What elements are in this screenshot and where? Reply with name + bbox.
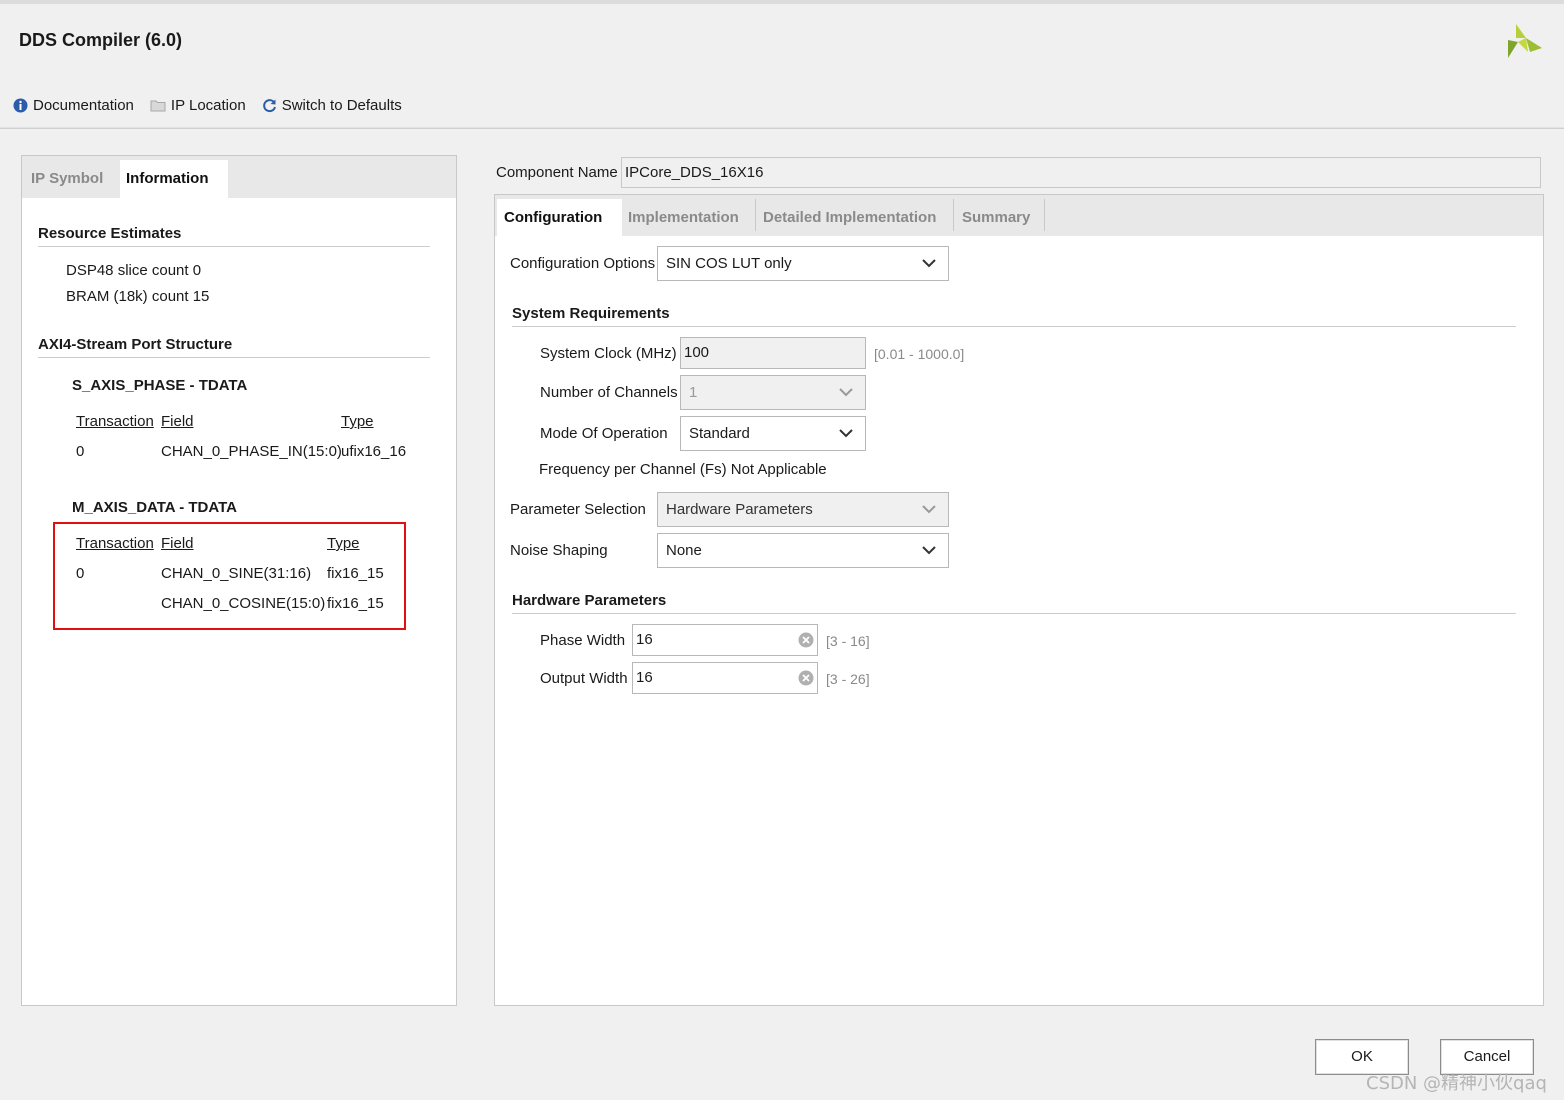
noise-shaping-label: Noise Shaping (510, 542, 608, 559)
switch-defaults-label: Switch to Defaults (281, 96, 402, 114)
m-axis-header-field: Field (161, 535, 194, 552)
left-tab-bar: IP Symbol Information (22, 156, 456, 198)
config-options-value: SIN COS LUT only (666, 255, 792, 272)
tab-configuration[interactable]: Configuration (497, 199, 622, 236)
m-axis-row1-transaction: 0 (76, 565, 85, 582)
mode-label: Mode Of Operation (540, 425, 668, 442)
chevron-down-icon (839, 429, 853, 438)
m-axis-row1-type: fix16_15 (327, 565, 384, 582)
s-axis-title: S_AXIS_PHASE - TDATA (72, 377, 248, 394)
tab-detailed-implementation[interactable]: Detailed Implementation (756, 199, 943, 236)
folder-icon (150, 100, 166, 111)
parameter-selection-value: Hardware Parameters (666, 501, 813, 518)
tab-ip-symbol[interactable]: IP Symbol (23, 160, 111, 198)
tab-divider (1044, 199, 1045, 231)
left-panel: IP Symbol Information Resource Estimates… (21, 155, 457, 1006)
configuration-pane: Configuration Options SIN COS LUT only S… (495, 236, 1543, 1005)
tab-implementation[interactable]: Implementation (621, 199, 746, 236)
s-axis-header-type: Type (341, 413, 374, 430)
refresh-icon (262, 98, 276, 112)
component-name-label: Component Name (496, 164, 618, 181)
system-clock-label: System Clock (MHz) (540, 345, 677, 362)
parameter-selection-label: Parameter Selection (510, 501, 646, 518)
m-axis-row2-field: CHAN_0_COSINE(15:0) (161, 595, 326, 612)
output-width-range: [3 - 26] (826, 671, 870, 687)
tab-summary[interactable]: Summary (955, 199, 1037, 236)
chevron-down-icon (922, 546, 936, 555)
channels-label: Number of Channels (540, 384, 678, 401)
ip-location-button[interactable]: IP Location (150, 97, 246, 114)
ip-location-label: IP Location (170, 96, 246, 114)
channels-select[interactable]: 1 (680, 375, 866, 410)
tab-information[interactable]: Information (120, 160, 228, 198)
s-axis-row-type: ufix16_16 (341, 443, 407, 460)
m-axis-header-transaction: Transaction (76, 535, 154, 552)
s-axis-header-field: Field (161, 413, 194, 430)
toolbar-divider (0, 127, 1564, 129)
port-structure-heading: AXI4-Stream Port Structure (38, 336, 430, 358)
m-axis-row2-type: fix16_15 (327, 595, 384, 612)
phase-width-input[interactable]: 16 (632, 624, 818, 656)
xilinx-logo-icon (1508, 24, 1542, 58)
system-clock-range: [0.01 - 1000.0] (874, 346, 965, 362)
component-name-field[interactable]: IPCore_DDS_16X16 (621, 157, 1541, 188)
phase-width-label: Phase Width (540, 632, 626, 649)
output-width-value: 16 (636, 669, 653, 686)
frequency-per-channel: Frequency per Channel (Fs) Not Applicabl… (539, 461, 827, 478)
s-axis-row-field: CHAN_0_PHASE_IN(15:0) (161, 443, 342, 460)
clear-icon[interactable] (798, 632, 814, 648)
phase-width-value: 16 (636, 631, 653, 648)
window-title: DDS Compiler (6.0) (19, 30, 183, 50)
chevron-down-icon (922, 505, 936, 514)
m-axis-header-type: Type (327, 535, 360, 552)
s-axis-row-transaction: 0 (76, 443, 85, 460)
clear-icon[interactable] (798, 670, 814, 686)
chevron-down-icon (839, 388, 853, 397)
system-requirements-heading: System Requirements (512, 305, 1516, 327)
noise-shaping-select[interactable]: None (657, 533, 949, 568)
mode-select[interactable]: Standard (680, 416, 866, 451)
mode-value: Standard (689, 425, 750, 442)
watermark: CSDN @精神小伙qaq (1366, 1073, 1547, 1094)
parameter-selection-select[interactable]: Hardware Parameters (657, 492, 949, 527)
output-width-label: Output Width (540, 670, 628, 687)
bram-count: BRAM (18k) count 15 (66, 288, 210, 305)
s-axis-header-transaction: Transaction (76, 413, 154, 430)
tab-divider (953, 199, 954, 231)
window-top-border (0, 0, 1564, 4)
information-pane: Resource Estimates DSP48 slice count 0 B… (22, 198, 456, 1005)
channels-value: 1 (689, 384, 698, 401)
dsp48-count: DSP48 slice count 0 (66, 262, 202, 279)
output-width-input[interactable]: 16 (632, 662, 818, 694)
hardware-parameters-heading: Hardware Parameters (512, 592, 1516, 614)
right-panel: Configuration Implementation Detailed Im… (494, 194, 1544, 1006)
config-options-select[interactable]: SIN COS LUT only (657, 246, 949, 281)
m-axis-title: M_AXIS_DATA - TDATA (72, 499, 237, 516)
system-clock-input[interactable]: 100 (680, 337, 866, 369)
config-options-label: Configuration Options (510, 255, 656, 272)
resource-estimates-heading: Resource Estimates (38, 225, 430, 247)
switch-defaults-button[interactable]: Switch to Defaults (262, 97, 402, 114)
m-axis-row1-field: CHAN_0_SINE(31:16) (161, 565, 312, 582)
documentation-button[interactable]: Documentation (13, 97, 134, 114)
documentation-label: Documentation (33, 96, 134, 114)
phase-width-range: [3 - 16] (826, 633, 870, 649)
right-tab-bar: Configuration Implementation Detailed Im… (495, 195, 1543, 236)
toolbar: Documentation IP Location Switch to Defa… (13, 95, 418, 115)
noise-shaping-value: None (666, 542, 702, 559)
info-icon (13, 98, 28, 112)
chevron-down-icon (922, 259, 936, 268)
